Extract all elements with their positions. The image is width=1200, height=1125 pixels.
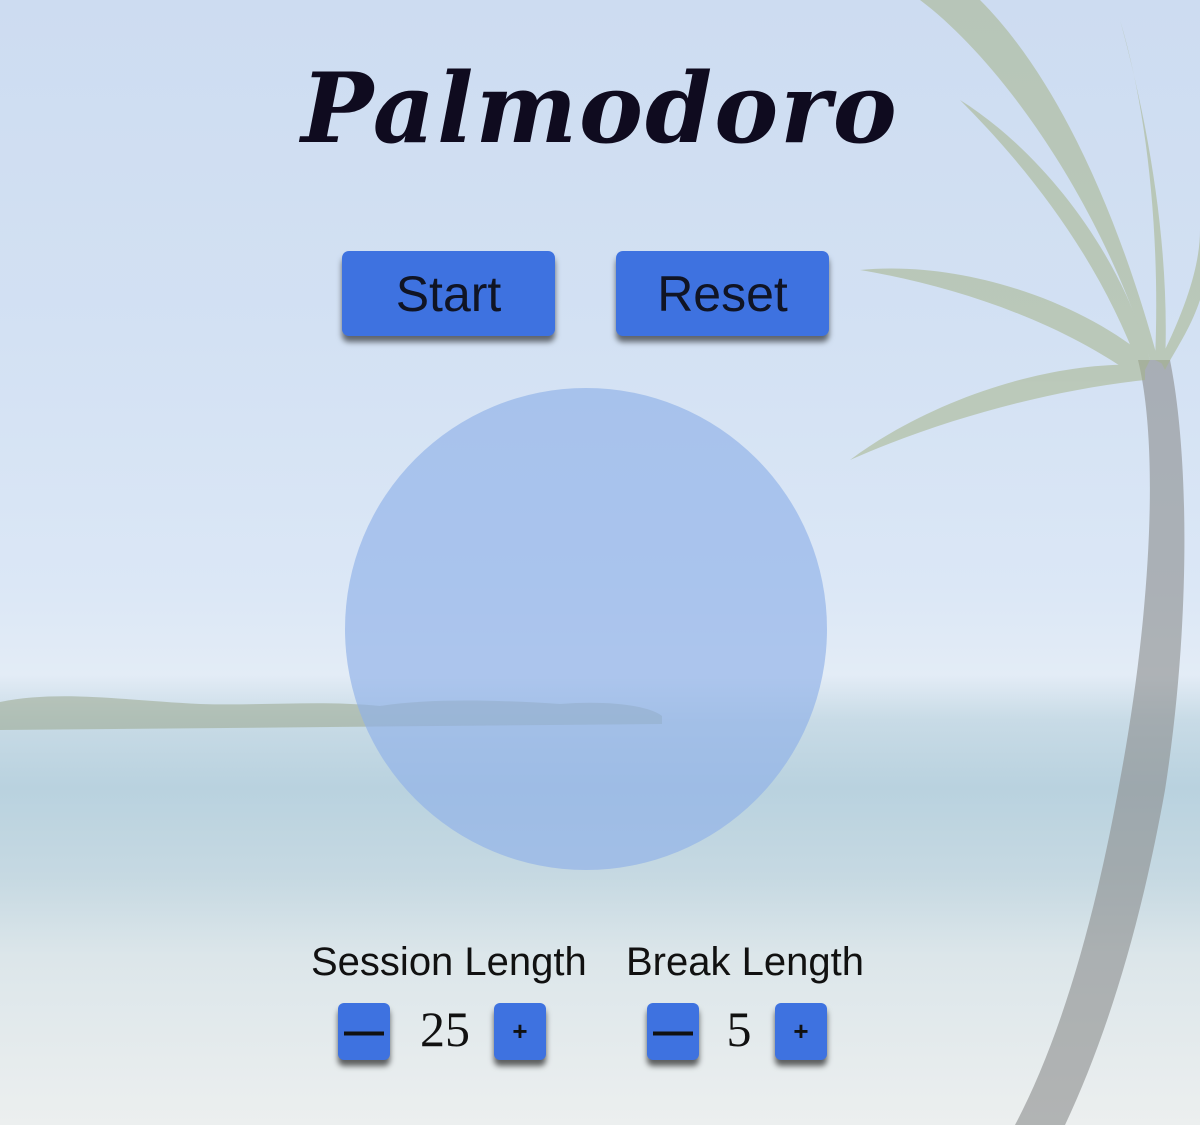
break-decrement-button[interactable]: — (647, 1003, 699, 1060)
session-decrement-button[interactable]: — (338, 1003, 390, 1060)
start-button[interactable]: Start (342, 251, 555, 336)
break-increment-button[interactable]: + (775, 1003, 827, 1060)
reset-button[interactable]: Reset (616, 251, 829, 336)
app-title: Palmodoro (301, 52, 899, 165)
session-increment-button[interactable]: + (494, 1003, 546, 1060)
break-length-label: Break Length (626, 940, 864, 984)
break-length-value: 5 (726, 1001, 752, 1057)
timer-circle (345, 388, 827, 870)
session-length-label: Session Length (311, 940, 587, 984)
session-length-value: 25 (420, 1001, 470, 1057)
